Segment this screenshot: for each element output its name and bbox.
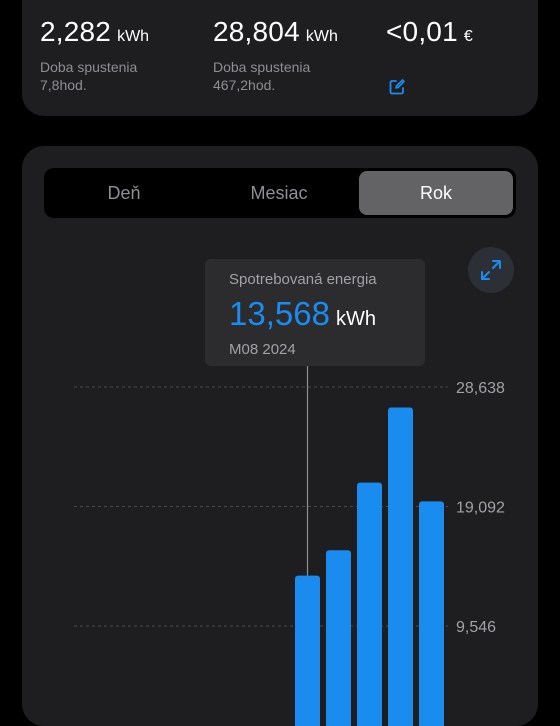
stat-unit: €	[463, 28, 473, 45]
chart-tooltip: Spotrebovaná energia 13,568 kWh M08 2024	[205, 259, 425, 366]
tooltip-unit: kWh	[335, 308, 376, 330]
stat-value: 28,804	[213, 16, 300, 47]
stat-label-line1: Doba spustenia	[40, 59, 138, 75]
y-tick-label: 19,092	[456, 500, 505, 517]
tooltip-value: 13,568	[229, 295, 330, 332]
y-tick-label: 9,546	[456, 619, 496, 636]
chart-bar[interactable]	[357, 482, 382, 726]
stat-unit: kWh	[117, 28, 150, 45]
stat-value: 2,282	[40, 16, 112, 47]
y-tick-label: 28,638	[456, 380, 505, 397]
stat-total: 28,804 kWh Doba spustenia 467,2hod.	[213, 16, 338, 93]
edit-icon[interactable]	[388, 78, 406, 96]
stat-unit: kWh	[305, 28, 338, 45]
chart-bar[interactable]	[419, 501, 444, 726]
stat-label: Doba spustenia 7,8hod.	[40, 58, 137, 94]
tooltip-date: M08 2024	[229, 341, 296, 358]
stat-label-line2: 467,2hod.	[213, 77, 276, 93]
stat-cost: <0,01 €	[386, 16, 473, 48]
chart-bar[interactable]	[295, 575, 320, 726]
energy-bar-chart: 28,638 19,092 9,546	[74, 366, 505, 726]
stat-label: Doba spustenia 467,2hod.	[213, 58, 310, 94]
energy-chart-card: Deň Mesiac Rok 28,638 19,092 9,546 Spotreb…	[22, 146, 538, 726]
tooltip-title: Spotrebovaná energia	[229, 271, 377, 288]
stat-today: 2,282 kWh Doba spustenia 7,8hod.	[40, 16, 150, 93]
summary-card: 2,282 kWh Doba spustenia 7,8hod. 28,804 kW…	[22, 0, 538, 116]
chart-bar[interactable]	[388, 407, 413, 726]
stat-value: <0,01	[386, 16, 458, 47]
stat-label-line2: 7,8hod.	[40, 77, 87, 93]
tooltip-value-row: 13,568 kWh	[229, 295, 376, 333]
stat-label-line1: Doba spustenia	[213, 59, 311, 75]
